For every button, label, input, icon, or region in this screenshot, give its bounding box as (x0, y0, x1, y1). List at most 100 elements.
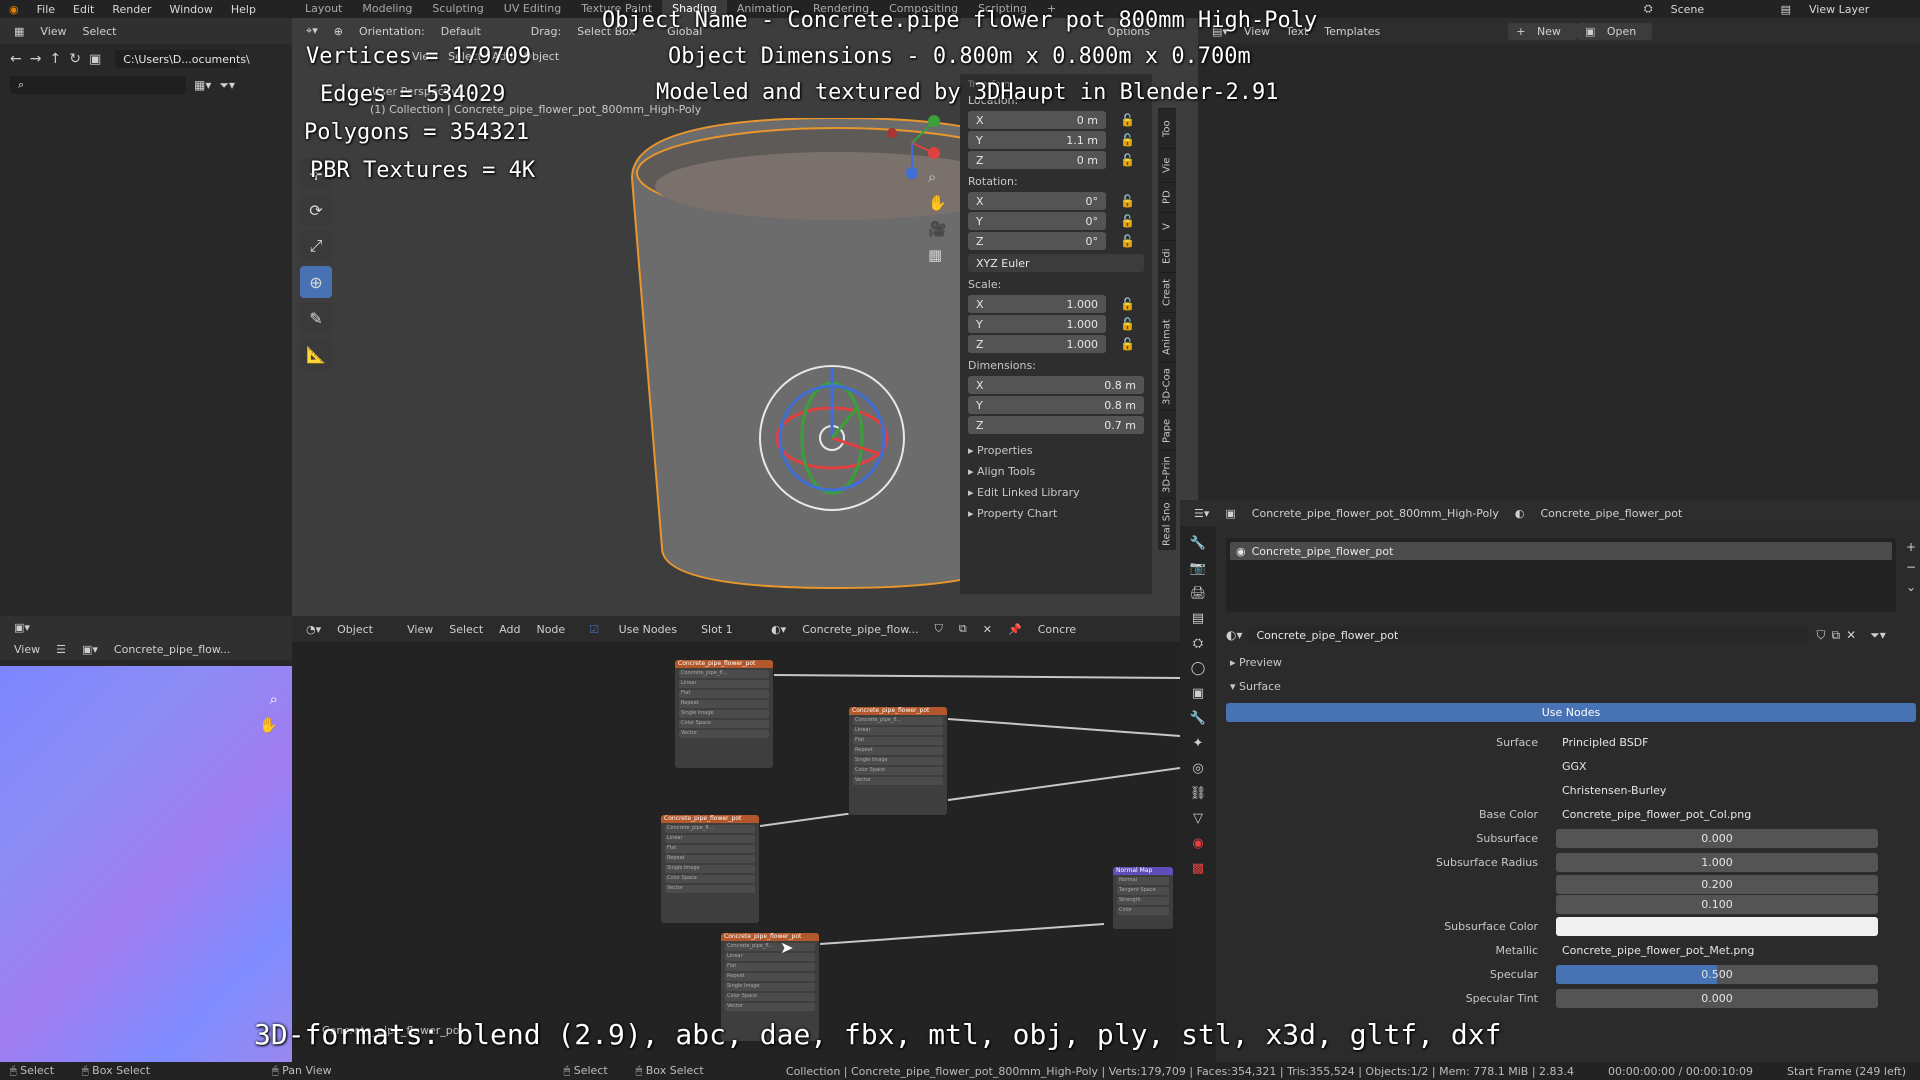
node-row[interactable]: Color Space (725, 993, 815, 1001)
file-browser-menu-view[interactable]: View (32, 25, 74, 38)
scale-y-field[interactable]: Y 1.000 (968, 315, 1106, 333)
tab-tool[interactable]: Too (1158, 108, 1176, 148)
tab-pd[interactable]: PD (1158, 182, 1176, 212)
lock-icon[interactable]: 🔓 (1120, 337, 1135, 351)
rotation-y-field[interactable]: Y 0° (968, 212, 1106, 230)
image-texture-node-color[interactable]: Concrete_pipe_flower_pot Concrete_pipe_f… (674, 659, 774, 769)
distribution-select[interactable]: GGX (1556, 756, 1878, 776)
image-view-menu[interactable]: View (6, 643, 48, 656)
subsurface-radius-y-field[interactable]: 0.200 (1556, 874, 1878, 894)
display-mode-icon[interactable]: ▦▾ (194, 78, 211, 92)
node-row[interactable]: Flat (853, 737, 943, 745)
subsurface-color-swatch[interactable] (1556, 916, 1878, 936)
editor-type-icon[interactable]: ⌖▾ (298, 24, 326, 38)
copy-icon[interactable]: ⧉ (1832, 628, 1841, 643)
menu-window[interactable]: Window (161, 3, 222, 16)
tab-real-snow[interactable]: Real Sno (1158, 498, 1176, 550)
tab-modeling[interactable]: Modeling (352, 0, 422, 18)
material-name-field[interactable]: Concrete_pipe_flower_pot (1248, 626, 1809, 644)
edit-linked-library-subpanel[interactable]: ▸ Edit Linked Library (968, 486, 1144, 499)
rotation-mode-select[interactable]: XYZ Euler (968, 254, 1144, 272)
preview-section[interactable]: ▸ Preview (1230, 656, 1282, 669)
scale-x-field[interactable]: X 1.000 (968, 295, 1106, 313)
forward-arrow-icon[interactable]: → (30, 51, 42, 67)
constraints-tab-icon[interactable]: ⛓ (1190, 786, 1207, 801)
lock-icon[interactable]: 🔓 (1120, 214, 1135, 228)
editor-type-icon[interactable]: ▣▾ (6, 621, 38, 634)
image-texture-node-metallic[interactable]: Concrete_pipe_flower_pot Concrete_pipe_f… (848, 706, 948, 816)
node-row[interactable]: Single Image (725, 983, 815, 991)
surface-shader-select[interactable]: Principled BSDF (1556, 732, 1878, 752)
tab-animation[interactable]: Animat (1158, 312, 1176, 362)
rotation-x-field[interactable]: X 0° (968, 192, 1106, 210)
menu-edit[interactable]: Edit (64, 3, 103, 16)
node-row[interactable]: Vector (679, 730, 769, 738)
filter-icon[interactable]: ⏷▾ (1870, 628, 1886, 643)
node-row[interactable]: Single Image (853, 757, 943, 765)
subsurface-method-select[interactable]: Christensen-Burley (1556, 780, 1878, 800)
lock-icon[interactable]: 🔓 (1120, 297, 1135, 311)
menu-render[interactable]: Render (103, 3, 160, 16)
tab-sculpting[interactable]: Sculpting (422, 0, 493, 18)
normal-map-texture[interactable]: ⌕ ✋ (0, 666, 292, 1062)
text-open-button[interactable]: ▣ Open (1576, 22, 1653, 40)
lock-icon[interactable]: 🔓 (1120, 113, 1135, 127)
rotation-z-field[interactable]: Z 0° (968, 232, 1106, 250)
editor-type-icon[interactable]: ▦ (6, 25, 32, 38)
particles-tab-icon[interactable]: ✦ (1193, 736, 1204, 751)
tab-3d-print[interactable]: 3D-Prin (1158, 450, 1176, 498)
text-editor-panel[interactable]: ▤▾ View Text Templates + New ▣ Open (1198, 18, 1920, 500)
node-row[interactable]: Single Image (679, 710, 769, 718)
property-chart-subpanel[interactable]: ▸ Property Chart (968, 507, 1144, 520)
location-z-field[interactable]: Z0 m (968, 151, 1106, 169)
tab-edit[interactable]: Edi (1158, 240, 1176, 272)
tab-v[interactable]: V (1158, 212, 1176, 240)
node-row[interactable]: Strength (1117, 897, 1169, 905)
dimension-x-field[interactable]: X 0.8 m (968, 376, 1144, 394)
zoom-icon[interactable]: ⌕ (270, 690, 278, 708)
image-texture-node-roughness[interactable]: Concrete_pipe_flower_pot Concrete_pipe_f… (660, 814, 760, 924)
node-row[interactable]: Color (1117, 907, 1169, 915)
tab-uv-editing[interactable]: UV Editing (494, 0, 571, 18)
transform-gizmo[interactable] (732, 338, 932, 538)
node-row[interactable]: Repeat (679, 700, 769, 708)
dimension-y-field[interactable]: Y 0.8 m (968, 396, 1144, 414)
menu-file[interactable]: File (28, 3, 64, 16)
node-row[interactable]: Vector (725, 1003, 815, 1011)
tab-view[interactable]: Vie (1158, 148, 1176, 182)
lock-icon[interactable]: 🔓 (1120, 234, 1135, 248)
specular-tint-field[interactable]: 0.000 (1556, 988, 1878, 1008)
align-tools-subpanel[interactable]: ▸ Align Tools (968, 465, 1144, 478)
node-row[interactable]: Flat (679, 690, 769, 698)
tab-paper[interactable]: Pape (1158, 410, 1176, 450)
file-search-input[interactable]: ⌕ (10, 76, 186, 94)
scene-selector[interactable]: Scene (1662, 3, 1772, 16)
rotate-tool-icon[interactable]: ⟳ (300, 194, 332, 226)
view-layer-tab-icon[interactable]: ▤ (1192, 611, 1204, 626)
node-row[interactable]: Linear (725, 953, 815, 961)
node-row[interactable]: Vector (665, 885, 755, 893)
location-y-field[interactable]: Y 1.1 m (968, 131, 1106, 149)
lock-icon[interactable]: 🔓 (1120, 133, 1135, 147)
output-tab-icon[interactable]: 🖨 (1190, 586, 1207, 601)
node-editor-panel[interactable]: ◔▾ Object View Select Add Node ☑ Use Nod… (292, 616, 1180, 1062)
normal-map-node[interactable]: Normal Map Normal Tangent Space Strength… (1112, 866, 1174, 930)
node-row[interactable]: Flat (665, 845, 755, 853)
node-row[interactable]: Tangent Space (1117, 887, 1169, 895)
file-path-field[interactable]: C:\Users\D...ocuments\ (115, 50, 250, 68)
camera-icon[interactable]: 🎥 (928, 220, 947, 238)
tab-3d-coat[interactable]: 3D-Coa (1158, 362, 1176, 410)
node-row[interactable]: Repeat (665, 855, 755, 863)
material-slot-list[interactable]: ◉ Concrete_pipe_flower_pot (1226, 538, 1896, 612)
surface-section[interactable]: ▾ Surface (1230, 680, 1281, 693)
dimension-z-field[interactable]: Z 0.7 m (968, 416, 1144, 434)
world-tab-icon[interactable]: ◯ (1191, 661, 1206, 676)
node-row[interactable]: Concrete_pipe_fl... (665, 825, 755, 833)
data-tab-icon[interactable]: ▽ (1193, 811, 1203, 826)
subsurface-radius-z-field[interactable]: 0.100 (1556, 894, 1878, 914)
parent-dir-icon[interactable]: ↑ (49, 51, 61, 67)
node-row[interactable]: Normal (1117, 877, 1169, 885)
node-row[interactable]: Single Image (665, 865, 755, 873)
node-row[interactable]: Flat (725, 963, 815, 971)
properties-subpanel[interactable]: ▸ Properties (968, 444, 1144, 457)
